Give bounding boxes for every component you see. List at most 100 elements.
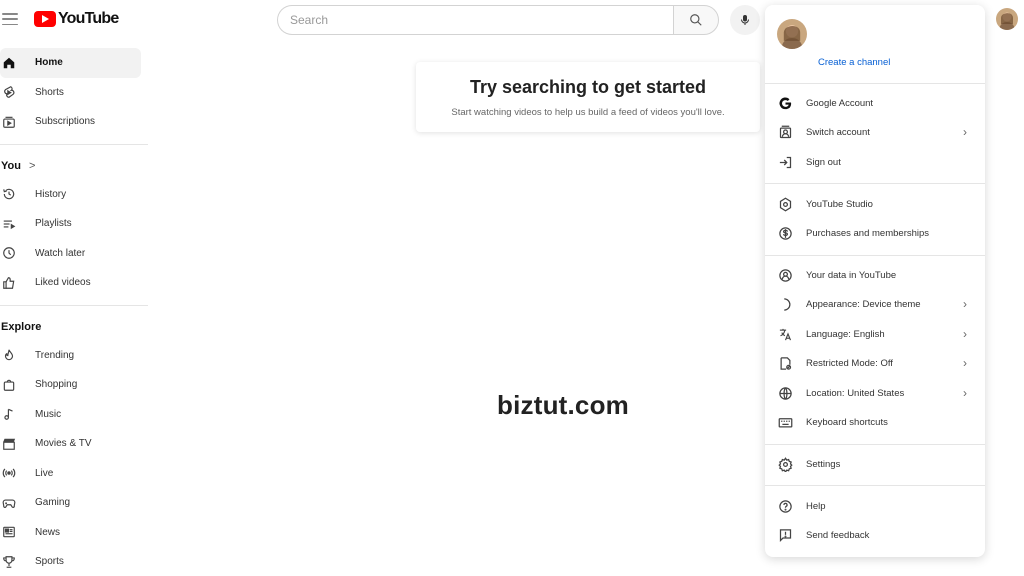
menu-item-label: Switch account [806,126,870,138]
switch-account-icon [777,124,793,140]
sidebar-item-label: Trending [35,349,75,361]
youtube-logo[interactable]: YouTube [34,10,119,28]
account-menu: Create a channel Google Account Switch a… [765,5,985,557]
avatar[interactable] [996,8,1018,30]
chevron-right-icon: > [28,159,36,172]
sidebar-item-label: Playlists [35,218,72,230]
menu-item-restricted-mode[interactable]: Restricted Mode: Off › [765,349,985,377]
trending-icon [2,348,16,362]
sidebar-item-shopping[interactable]: Shopping [0,370,150,400]
sign-out-icon [777,154,793,170]
sidebar-item-label: Liked videos [35,277,91,289]
avatar-image [777,19,807,49]
sidebar-item-news[interactable]: News [0,518,150,548]
microphone-icon [741,15,749,25]
menu-divider [765,255,985,256]
sidebar-item-liked-videos[interactable]: Liked videos [0,268,150,298]
gear-icon [777,456,793,472]
translate-icon [777,326,793,342]
sidebar-section-explore: Explore [0,313,150,341]
sidebar-item-label: Movies & TV [35,438,92,450]
chevron-right-icon: › [963,386,967,400]
keyboard-icon [777,414,793,430]
menu-item-label: Help [806,500,826,512]
sidebar-item-label: Home [35,57,63,69]
menu-item-sign-out[interactable]: Sign out [765,148,985,176]
search-input[interactable] [277,5,673,35]
chevron-right-icon: › [963,297,967,311]
sidebar-item-label: Subscriptions [35,116,96,128]
sidebar-section-you[interactable]: You > [0,152,150,180]
user-shield-icon [777,267,793,283]
sidebar-item-label: Shopping [35,379,78,391]
moon-icon [777,296,793,312]
gamepad-icon [2,496,16,510]
sidebar-item-label: Watch later [35,247,86,259]
menu-item-label: YouTube Studio [806,198,873,210]
menu-item-label: Sign out [806,156,841,168]
playlists-icon [2,217,16,231]
search-button[interactable] [673,5,719,35]
sidebar-item-movies-tv[interactable]: Movies & TV [0,429,150,459]
menu-item-youtube-studio[interactable]: YouTube Studio [765,190,985,218]
sidebar-item-label: History [35,188,67,200]
sidebar-item-label: Music [35,408,62,420]
menu-item-send-feedback[interactable]: Send feedback [765,521,985,549]
globe-icon [777,385,793,401]
sidebar-item-shorts[interactable]: Shorts [0,78,150,108]
sidebar-item-history[interactable]: History [0,180,150,210]
menu-item-switch-account[interactable]: Switch account › [765,118,985,146]
restricted-icon [777,355,793,371]
search-bar [277,5,719,35]
menu-item-label: Google Account [806,97,874,109]
menu-item-google-account[interactable]: Google Account [765,89,985,117]
subscriptions-icon [2,115,16,129]
shopping-bag-icon [2,378,16,392]
menu-divider [765,444,985,445]
create-channel-link[interactable]: Create a channel [818,57,890,68]
sidebar-item-sports[interactable]: Sports [0,547,150,576]
sidebar-item-home[interactable]: Home [0,48,141,78]
sidebar-item-trending[interactable]: Trending [0,341,150,371]
hint-subtitle: Start watching videos to help us build a… [451,107,725,118]
sidebar-item-label: Shorts [35,86,64,98]
sidebar-item-subscriptions[interactable]: Subscriptions [0,107,150,137]
studio-icon [777,196,793,212]
help-icon [777,498,793,514]
sidebar-item-live[interactable]: Live [0,459,150,489]
history-icon [2,187,16,201]
chevron-right-icon: › [963,327,967,341]
sidebar-divider [0,143,148,145]
sidebar-item-label: Gaming [35,497,71,509]
menu-item-language[interactable]: Language: English › [765,320,985,348]
menu-item-location[interactable]: Location: United States › [765,379,985,407]
hint-title: Try searching to get started [469,77,707,97]
watermark-text: biztut.com [497,390,629,420]
music-note-icon [2,407,16,421]
sidebar-item-watch-later[interactable]: Watch later [0,239,150,269]
thumbs-up-icon [2,276,16,290]
chevron-right-icon: › [963,125,967,139]
menu-item-settings[interactable]: Settings [765,450,985,478]
search-icon [690,14,702,26]
menu-item-your-data[interactable]: Your data in YouTube [765,261,985,289]
menu-item-purchases[interactable]: Purchases and memberships [765,219,985,247]
dollar-icon [777,225,793,241]
live-icon [2,466,16,480]
sidebar-item-label: News [35,526,61,538]
menu-item-keyboard-shortcuts[interactable]: Keyboard shortcuts [765,408,985,436]
menu-item-help[interactable]: Help [765,492,985,520]
menu-item-label: Settings [806,458,841,470]
sidebar-item-gaming[interactable]: Gaming [0,488,150,518]
empty-feed-card: Try searching to get started Start watch… [416,62,760,132]
menu-item-label: Purchases and memberships [806,227,930,239]
menu-divider [765,183,985,184]
menu-hamburger-icon[interactable] [2,10,18,28]
menu-item-label: Send feedback [806,529,870,541]
voice-search-button[interactable] [730,5,760,35]
menu-item-appearance[interactable]: Appearance: Device theme › [765,290,985,318]
sidebar-item-music[interactable]: Music [0,400,150,430]
menu-item-label: Appearance: Device theme [806,298,921,310]
sidebar-item-playlists[interactable]: Playlists [0,209,150,239]
google-icon [777,95,793,111]
